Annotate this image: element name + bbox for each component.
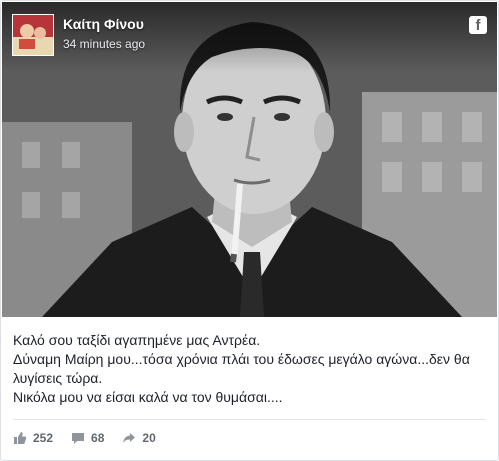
comment-icon [72,433,85,444]
post-line-1: Καλό σου ταξίδι αγαπημένε μας Αντρέα. [13,332,261,348]
post-photo[interactable]: Καίτη Φίνου 34 minutes ago f [2,2,497,317]
comment-action[interactable]: 68 [71,431,104,445]
share-action[interactable]: 20 [122,431,156,445]
avatar-image [13,15,53,55]
divider [13,419,486,420]
thumbs-up-icon [14,432,27,444]
like-count: 252 [33,431,54,445]
post-line-3: Νικόλα μου να είσαι καλά να τον θυμάσαι.… [13,389,283,405]
engagement-bar: 252 68 20 [13,427,174,449]
facebook-logo-icon[interactable]: f [469,16,487,34]
post-line-2: Δύναμη Μαίρη μου...τόσα χρόνια πλάι του … [13,351,470,386]
post-text: Καλό σου ταξίδι αγαπημένε μας Αντρέα. Δύ… [13,331,483,407]
share-count: 20 [142,431,156,445]
facebook-post-card: Καίτη Φίνου 34 minutes ago f Καλό σου τα… [0,0,499,461]
author-avatar[interactable] [12,14,54,56]
like-action[interactable]: 252 [13,431,53,445]
share-icon [123,433,136,443]
post-timestamp[interactable]: 34 minutes ago [63,37,145,51]
author-name[interactable]: Καίτη Φίνου [63,16,144,32]
comment-count: 68 [91,431,105,445]
